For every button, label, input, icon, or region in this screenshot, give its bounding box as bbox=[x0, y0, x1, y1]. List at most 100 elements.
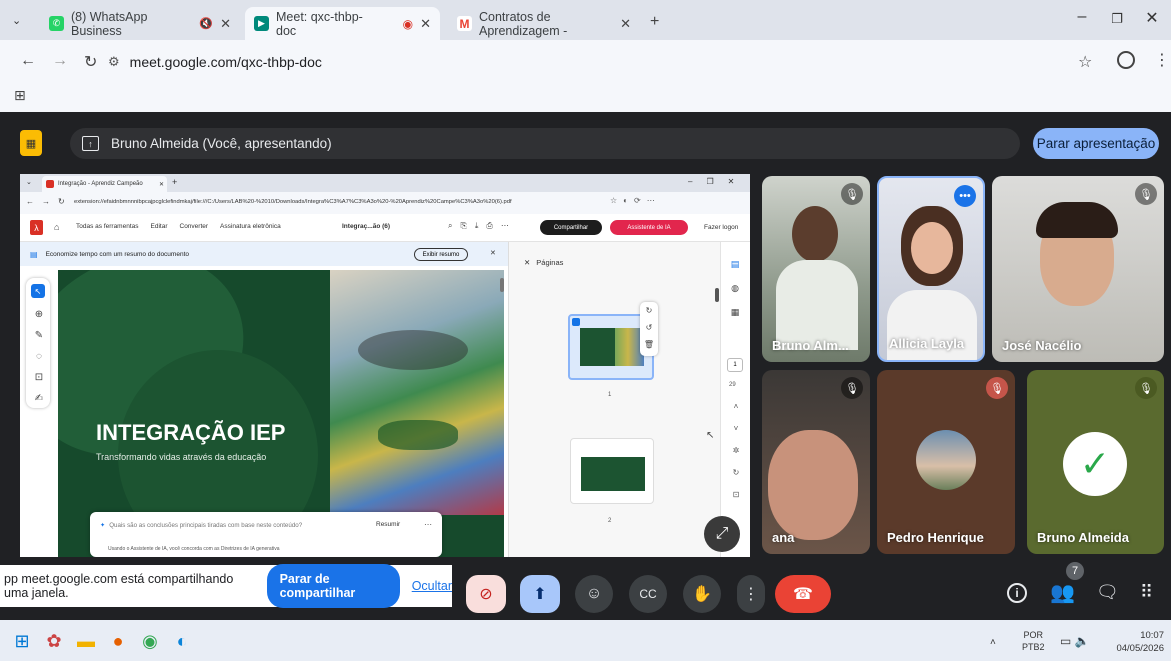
menu-all-tools: Todas as ferramentas bbox=[76, 223, 139, 230]
file-explorer-icon[interactable]: ▬ bbox=[74, 629, 98, 653]
acrobat-tool-icons: ⌕⎘⤓⎙⋯ bbox=[448, 221, 517, 230]
stop-sharing-button[interactable]: Parar de compartilhar bbox=[266, 564, 400, 608]
shared-tab-chevron-icon: ⌄ bbox=[26, 179, 32, 186]
windows-start-icon[interactable]: ⊞ bbox=[10, 629, 34, 653]
tab-gmail[interactable]: M Contratos de Aprendizagem - ✕ bbox=[448, 7, 640, 40]
sharing-notice-text: pp meet.google.com está compartilhando u… bbox=[4, 572, 234, 600]
page-1-label: 1 bbox=[608, 392, 612, 398]
activities-icon[interactable]: ⠿ bbox=[1140, 582, 1153, 603]
muted-tab-icon[interactable]: 🔇 bbox=[199, 17, 213, 30]
page-2-label: 2 bbox=[608, 518, 612, 524]
slide-subtitle: Transformando vidas através da educação bbox=[96, 452, 267, 462]
participant-tile-1[interactable]: 🎙 Bruno Alm... bbox=[762, 176, 870, 362]
raise-hand-icon[interactable]: ✋ bbox=[683, 575, 721, 613]
participant-video bbox=[887, 290, 977, 360]
chat-icon[interactable]: 🗨 bbox=[1096, 582, 1119, 603]
tab-whatsapp[interactable]: ✆ (8) WhatsApp Business 🔇 ✕ bbox=[40, 7, 240, 40]
close-tab-icon[interactable]: ✕ bbox=[620, 16, 631, 32]
meet-icon: ▶ bbox=[254, 16, 269, 31]
shared-close-tab-icon: ✕ bbox=[158, 181, 164, 188]
acrobat-logo-icon: λ bbox=[30, 220, 43, 235]
tray-chevron-icon[interactable]: ˄ bbox=[990, 637, 996, 648]
photo-people bbox=[378, 420, 458, 450]
chrome-icon[interactable]: ◉ bbox=[138, 629, 162, 653]
slide-title: INTEGRAÇÃO IEP bbox=[96, 420, 286, 445]
pages-close-icon: ✕ bbox=[524, 258, 531, 267]
participant-video bbox=[776, 260, 858, 350]
tab-meet[interactable]: ▶ Meet: qxc-thbp-doc ◉ ✕ bbox=[245, 7, 440, 40]
share-pdf-button: Compartilhar bbox=[540, 220, 602, 235]
summarize-button: Resumir bbox=[376, 521, 401, 528]
participant-tile-6[interactable]: ✓ 🎙 Bruno Almeida bbox=[1027, 370, 1164, 554]
new-tab-icon[interactable]: + bbox=[650, 13, 659, 31]
shared-nav-icons: ←→↻ bbox=[26, 197, 73, 206]
edge-icon[interactable]: ◐ bbox=[170, 629, 194, 653]
input-language[interactable]: POR PTB2 bbox=[1022, 629, 1045, 653]
shared-screen: ⌄ Integração - Aprendiz Campeão ✕ + –❐✕ … bbox=[20, 174, 750, 557]
minimize-icon[interactable]: – bbox=[1070, 8, 1094, 26]
firefox-icon[interactable]: ● bbox=[106, 629, 130, 653]
meet-activities-icon[interactable]: ▦ bbox=[20, 130, 42, 156]
ai-footer-text: Usando o Assistente de IA, você concorda… bbox=[108, 546, 280, 552]
meeting-info-icon[interactable]: i bbox=[1007, 583, 1027, 603]
participant-tile-5[interactable]: 🎙 Pedro Henrique bbox=[877, 370, 1015, 554]
presenter-label: Bruno Almeida (Você, apresentando) bbox=[111, 136, 332, 151]
window-close-icon[interactable]: ✕ bbox=[1140, 8, 1164, 28]
right-rail-nav-icons: ˄ ˅ ✲ ↻ ⊡ bbox=[732, 402, 740, 499]
close-tab-icon[interactable]: ✕ bbox=[420, 16, 431, 32]
avatar: ✓ bbox=[1063, 432, 1127, 496]
widgets-icon[interactable]: ✿ bbox=[42, 629, 66, 653]
participant-name: ana bbox=[772, 530, 795, 545]
bookmark-star-icon[interactable]: ☆ bbox=[1078, 52, 1092, 72]
clock[interactable]: 10:07 04/05/2026 bbox=[1104, 629, 1164, 655]
recording-icon: ◉ bbox=[402, 16, 414, 31]
forward-icon[interactable]: → bbox=[52, 52, 68, 70]
network-volume-icons[interactable]: ▭ 🔈 bbox=[1060, 634, 1090, 648]
participant-video bbox=[792, 206, 838, 262]
tab-search-chevron-icon[interactable]: ⌄ bbox=[12, 14, 21, 27]
pages-panel bbox=[508, 242, 720, 557]
show-summary-button: Exibir resumo bbox=[414, 248, 468, 261]
menu-convert: Converter bbox=[179, 223, 209, 230]
pages-scrollbar bbox=[715, 288, 719, 302]
apps-grid-icon[interactable]: ⊞ bbox=[14, 87, 26, 104]
camera-off-icon[interactable]: ⊘ bbox=[466, 575, 506, 613]
url-text: meet.google.com/qxc-thbp-doc bbox=[129, 54, 322, 70]
restore-icon[interactable]: ❐ bbox=[1105, 11, 1129, 27]
shared-addressbar-icons: ☆◐⟳⋯ bbox=[610, 196, 661, 205]
participant-video bbox=[1036, 202, 1118, 238]
bookmarks-bar bbox=[0, 84, 1171, 112]
page-total: 29 bbox=[729, 382, 736, 388]
banner-close-icon: ✕ bbox=[490, 250, 496, 257]
more-options-icon[interactable]: ⋮ bbox=[737, 575, 765, 613]
ai-more-icon: ⋯ bbox=[424, 520, 432, 529]
mouse-cursor-icon: ↖ bbox=[706, 430, 715, 441]
participant-tile-4[interactable]: 🎙 ana bbox=[762, 370, 870, 554]
hide-notice-link[interactable]: Ocultar bbox=[412, 579, 452, 593]
reload-icon[interactable]: ↻ bbox=[84, 52, 97, 72]
stop-presenting-button[interactable]: Parar apresentação bbox=[1033, 128, 1159, 159]
tab-title: (8) WhatsApp Business bbox=[71, 9, 148, 38]
slide-photo bbox=[330, 270, 504, 515]
shared-new-tab-icon: + bbox=[172, 177, 178, 187]
mic-off-icon: 🎙 bbox=[1135, 377, 1157, 399]
leave-call-button[interactable]: ☎ bbox=[775, 575, 831, 613]
close-tab-icon[interactable]: ✕ bbox=[220, 16, 231, 32]
mic-off-icon: 🎙 bbox=[841, 183, 863, 205]
shared-url: extension://efaidnbmnnnibpcajpcglclefind… bbox=[74, 199, 512, 205]
omnibox[interactable]: ⚙ meet.google.com/qxc-thbp-doc bbox=[108, 47, 1068, 77]
people-count-badge: 7 bbox=[1066, 562, 1084, 580]
profile-icon[interactable] bbox=[1117, 51, 1135, 69]
site-info-icon[interactable]: ⚙ bbox=[108, 54, 120, 70]
participant-tile-3[interactable]: 🎙 José Nacélio bbox=[992, 176, 1164, 362]
ai-prompt-input: ✦ Quais são as conclusões principais tir… bbox=[100, 522, 302, 529]
presenting-banner: ↑ Bruno Almeida (Você, apresentando) bbox=[70, 128, 1020, 159]
present-screen-button[interactable]: ⬆ bbox=[520, 575, 560, 613]
back-icon[interactable]: ← bbox=[20, 52, 36, 70]
menu-kebab-icon[interactable]: ⋮ bbox=[1154, 50, 1170, 70]
whatsapp-icon: ✆ bbox=[49, 16, 64, 31]
captions-icon[interactable]: CC bbox=[629, 575, 667, 613]
emoji-reaction-icon[interactable]: ☺ bbox=[575, 575, 613, 613]
people-icon[interactable]: 👥 bbox=[1050, 580, 1075, 605]
participant-tile-2[interactable]: ••• Allicia Layla bbox=[877, 176, 985, 362]
